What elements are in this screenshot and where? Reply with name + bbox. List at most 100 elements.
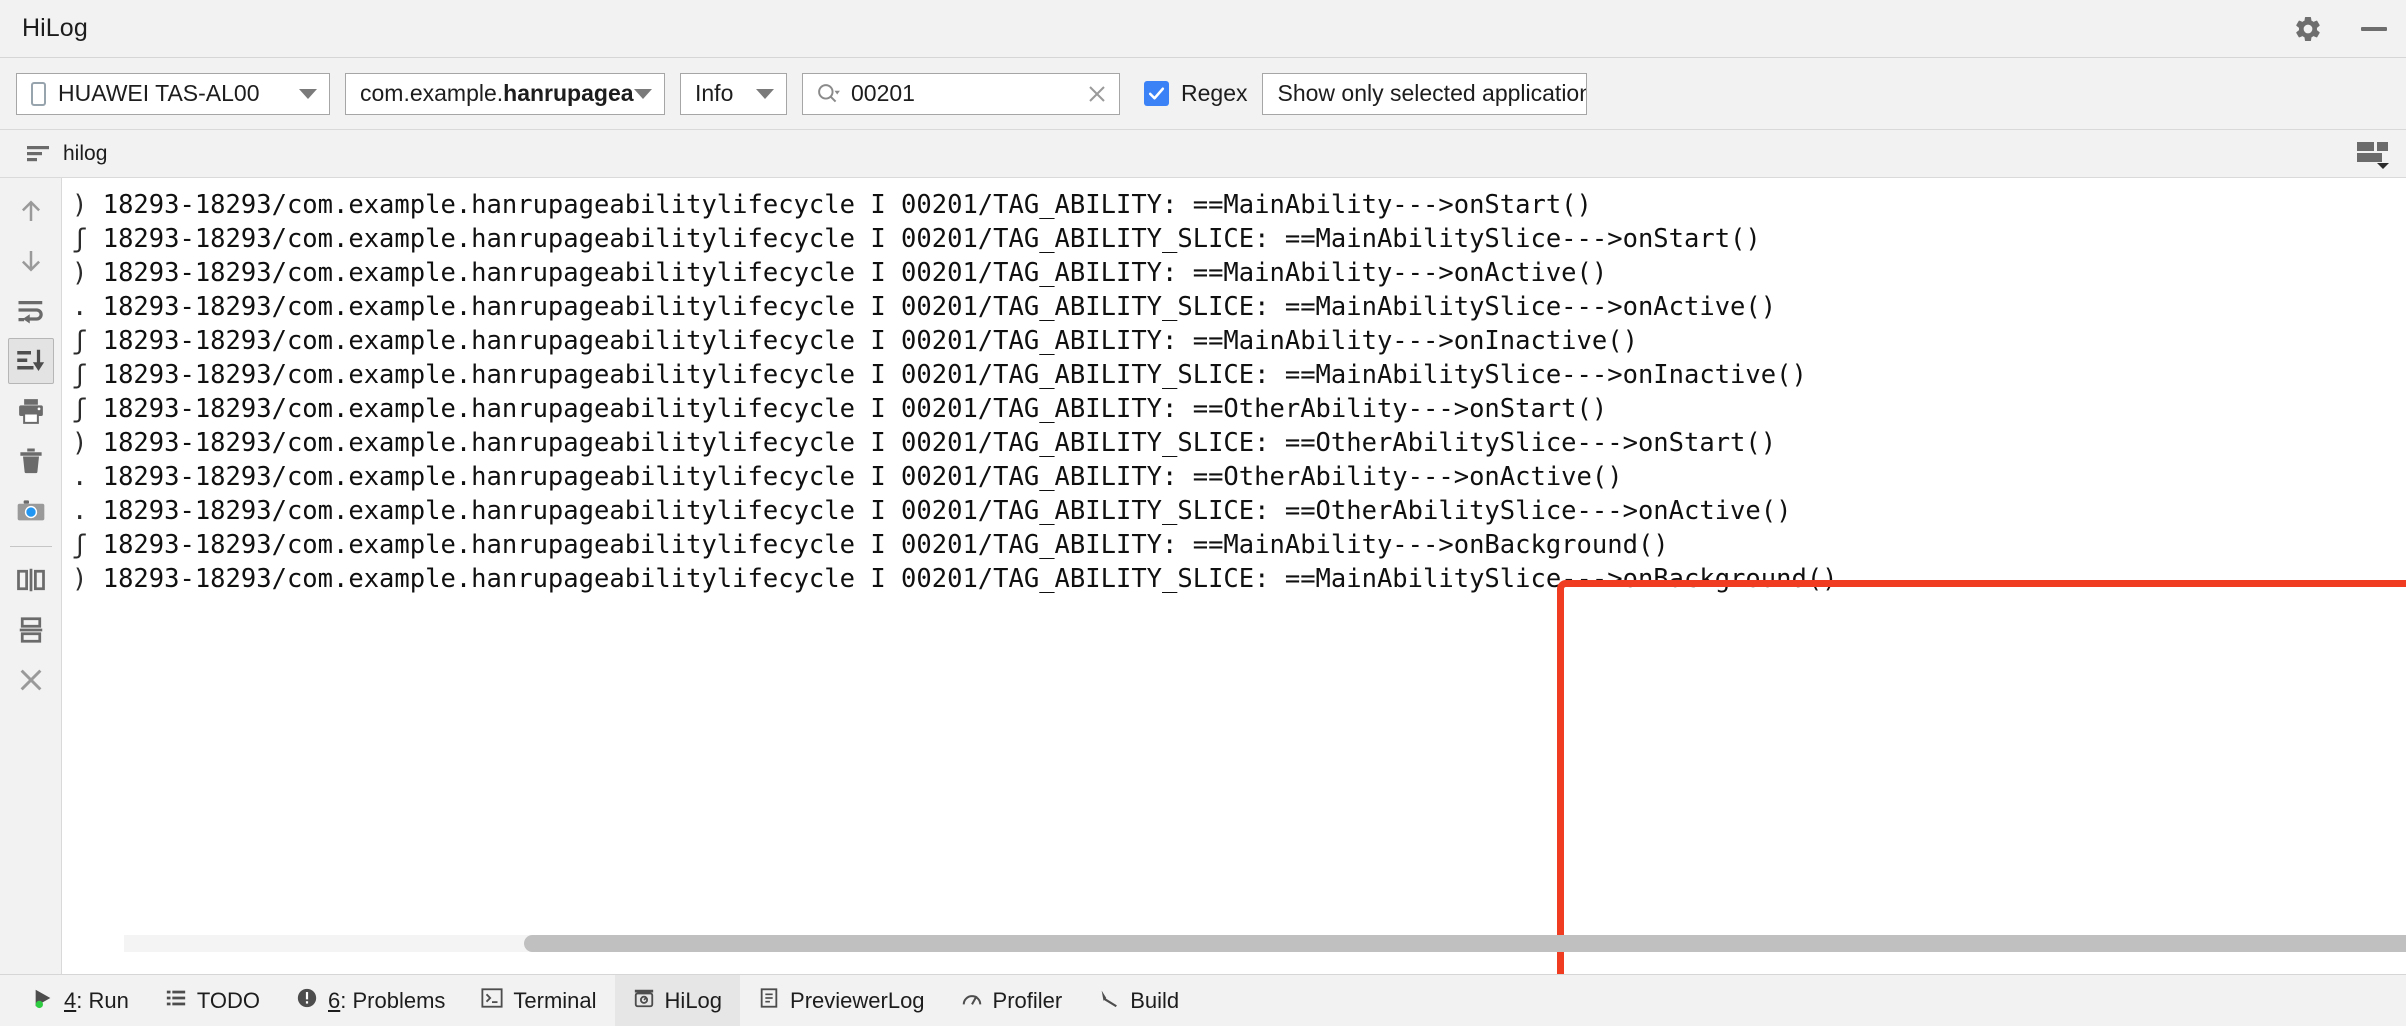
minimize-button[interactable] — [2356, 11, 2392, 47]
hilog-icon — [633, 987, 655, 1015]
problems-icon — [296, 987, 318, 1015]
split-horizontal-button[interactable] — [8, 607, 54, 653]
soft-wrap-button[interactable] — [8, 288, 54, 334]
view-layout-icon — [2357, 141, 2389, 169]
log-level-selector[interactable]: Info — [680, 72, 787, 115]
log-line[interactable]: . 18293-18293/com.example.hanrupageabili… — [62, 460, 2406, 494]
status-item-previewerlog[interactable]: PreviewerLog — [740, 975, 943, 1026]
scroll-to-end-button[interactable] — [7, 338, 54, 384]
log-line-gutter: ʃ — [72, 360, 103, 390]
regex-label: Regex — [1181, 80, 1248, 106]
check-icon — [1148, 87, 1165, 100]
scope-selector[interactable]: Show only selected application — [1262, 72, 1588, 115]
log-line[interactable]: ʃ 18293-18293/com.example.hanrupageabili… — [62, 392, 2406, 426]
scope-selector-label: Show only selected application — [1277, 80, 1588, 106]
camera-icon — [17, 500, 44, 521]
log-line[interactable]: ) 18293-18293/com.example.hanrupageabili… — [62, 426, 2406, 460]
status-item-problems[interactable]: 6: Problems — [278, 975, 463, 1026]
log-line-text: 18293-18293/com.example.hanrupageability… — [102, 224, 1761, 254]
clear-log-button[interactable] — [8, 438, 54, 484]
status-item-label: 6: Problems — [328, 987, 446, 1013]
log-lines-icon — [27, 145, 49, 161]
log-line-gutter: ʃ — [72, 530, 103, 560]
bottom-status-bar: 4: Run TODO 6: Problems Terminal HiLog Previe… — [0, 974, 2406, 1026]
regex-toggle[interactable]: Regex — [1144, 80, 1247, 107]
regex-checkbox[interactable] — [1144, 81, 1169, 106]
profiler-icon — [961, 987, 983, 1015]
log-line-text: 18293-18293/com.example.hanrupageability… — [102, 292, 1777, 322]
log-line[interactable]: ) 18293-18293/com.example.hanrupageabili… — [62, 188, 2406, 222]
package-selector[interactable]: com.example.hanrupageabilitylif — [345, 72, 665, 115]
build-icon — [1098, 987, 1120, 1015]
split-horizontal-icon — [19, 617, 42, 643]
run-icon — [32, 987, 54, 1015]
log-line-gutter: ) — [72, 564, 103, 594]
scroll-to-end-icon — [16, 349, 44, 371]
tab-hilog[interactable]: hilog — [26, 142, 107, 166]
log-line[interactable]: . 18293-18293/com.example.hanrupageabili… — [62, 494, 2406, 528]
log-side-toolbar — [0, 178, 62, 974]
filter-toolbar: HUAWEI TAS-AL00 com.example.hanrupageabi… — [0, 58, 2406, 130]
soft-wrap-icon — [18, 301, 43, 324]
tab-hilog-label: hilog — [63, 141, 108, 165]
device-selector[interactable]: HUAWEI TAS-AL00 — [16, 72, 330, 115]
log-line-text: 18293-18293/com.example.hanrupageability… — [102, 190, 1592, 220]
log-line[interactable]: . 18293-18293/com.example.hanrupageabili… — [62, 290, 2406, 324]
chevron-down-icon — [756, 88, 774, 99]
log-line-text: 18293-18293/com.example.hanrupageability… — [102, 394, 1608, 424]
log-line-gutter: . — [72, 496, 103, 526]
gear-icon — [2296, 16, 2320, 42]
status-item-build[interactable]: Build — [1080, 975, 1197, 1026]
log-line-text: 18293-18293/com.example.hanrupageability… — [102, 462, 1623, 492]
view-layout-button[interactable] — [2356, 139, 2390, 169]
status-item-label: HiLog — [664, 987, 723, 1013]
horizontal-scrollbar-thumb[interactable] — [524, 935, 2406, 952]
status-item-run[interactable]: 4: Run — [14, 975, 147, 1026]
log-line[interactable]: ʃ 18293-18293/com.example.hanrupageabili… — [62, 528, 2406, 562]
scroll-up-button[interactable] — [8, 188, 54, 234]
terminal-icon — [481, 987, 503, 1015]
status-item-label: TODO — [196, 987, 260, 1013]
log-line-gutter: ʃ — [72, 224, 103, 254]
log-line[interactable]: ) 18293-18293/com.example.hanrupageabili… — [62, 562, 2406, 596]
log-line-text: 18293-18293/com.example.hanrupageability… — [102, 326, 1638, 356]
search-input[interactable] — [851, 80, 1075, 107]
log-output-pane[interactable]: ) 18293-18293/com.example.hanrupageabili… — [62, 178, 2406, 974]
screenshot-button[interactable] — [8, 488, 54, 534]
log-line-text: 18293-18293/com.example.hanrupageability… — [102, 360, 1807, 390]
log-line[interactable]: ) 18293-18293/com.example.hanrupageabili… — [62, 256, 2406, 290]
log-line-gutter: ) — [72, 258, 103, 288]
log-line-text: 18293-18293/com.example.hanrupageability… — [102, 530, 1669, 560]
split-vertical-button[interactable] — [8, 557, 54, 603]
settings-button[interactable] — [2290, 11, 2326, 47]
status-item-hilog[interactable]: HiLog — [614, 974, 741, 1026]
log-line-text: 18293-18293/com.example.hanrupageability… — [102, 428, 1777, 458]
status-item-todo[interactable]: TODO — [147, 975, 278, 1026]
hilog-tab-strip: hilog — [0, 130, 2406, 178]
trash-icon — [19, 448, 42, 474]
log-line-gutter: ʃ — [72, 326, 103, 356]
log-line-gutter: ) — [72, 190, 103, 220]
log-body: ) 18293-18293/com.example.hanrupageabili… — [0, 178, 2406, 974]
scroll-down-button[interactable] — [8, 238, 54, 284]
status-item-label: Build — [1130, 987, 1180, 1013]
phone-icon — [31, 81, 46, 106]
horizontal-scrollbar[interactable] — [124, 935, 2406, 952]
print-button[interactable] — [8, 388, 54, 434]
hilog-window: HiLog HUAWEI TAS-AL00 com.example.hanrup… — [0, 0, 2406, 1026]
chevron-down-icon — [299, 88, 317, 99]
search-box[interactable] — [802, 72, 1120, 115]
todo-icon — [165, 987, 187, 1015]
scroll-down-icon — [21, 251, 40, 272]
minimize-icon — [2361, 27, 2387, 31]
status-item-label: Terminal — [513, 987, 597, 1013]
log-line[interactable]: ʃ 18293-18293/com.example.hanrupageabili… — [62, 222, 2406, 256]
status-item-terminal[interactable]: Terminal — [463, 975, 614, 1026]
log-line[interactable]: ʃ 18293-18293/com.example.hanrupageabili… — [62, 324, 2406, 358]
close-panel-button[interactable] — [8, 657, 54, 703]
log-line[interactable]: ʃ 18293-18293/com.example.hanrupageabili… — [62, 358, 2406, 392]
status-item-label: PreviewerLog — [790, 987, 925, 1013]
close-icon[interactable] — [1085, 82, 1109, 106]
status-item-profiler[interactable]: Profiler — [943, 975, 1081, 1026]
page-title: HiLog — [22, 14, 88, 42]
